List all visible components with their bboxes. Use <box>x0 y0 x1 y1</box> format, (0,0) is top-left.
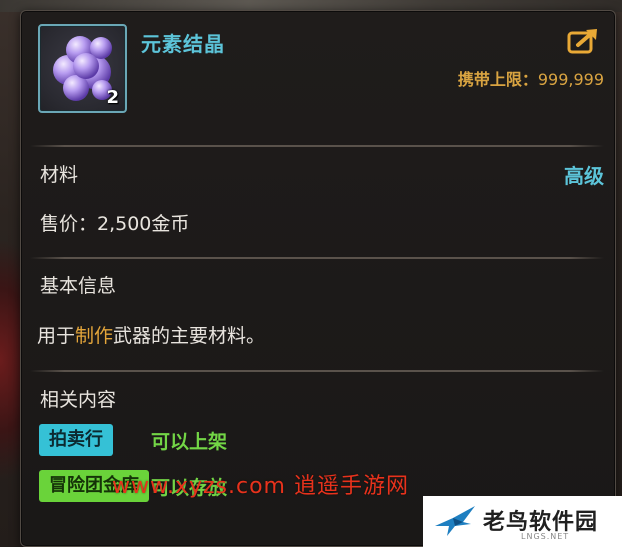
item-price: 售价：2,500金币 <box>40 213 190 235</box>
basic-info-heading: 基本信息 <box>40 275 117 297</box>
desc-highlight: 制作 <box>75 325 114 347</box>
item-name: 元素结晶 <box>141 32 225 56</box>
carry-limit: 携带上限：999,999 <box>458 66 604 90</box>
divider <box>30 257 604 259</box>
item-icon-slot[interactable]: 2 <box>38 24 127 113</box>
item-stack-count: 2 <box>106 87 119 108</box>
desc-text: 武器的主要材料。 <box>113 325 266 347</box>
watermark-text: www.xyzs.com 逍遥手游网 <box>112 474 409 499</box>
bird-logo-icon <box>435 506 475 536</box>
divider <box>30 370 604 372</box>
desc-text: 用于 <box>37 325 76 347</box>
carry-limit-value: 999,999 <box>537 70 604 89</box>
divider <box>30 145 604 147</box>
item-description: 用于制作武器的主要材料。 <box>37 321 265 348</box>
logo-subtext: LNGS.NET <box>521 532 570 541</box>
carry-limit-label: 携带上限： <box>457 70 538 89</box>
site-logo: 老鸟软件园 LNGS.NET <box>423 496 622 547</box>
item-grade: 高级 <box>564 164 604 188</box>
auction-note: 可以上架 <box>151 431 228 453</box>
share-icon[interactable] <box>566 26 602 56</box>
related-heading: 相关内容 <box>40 389 117 411</box>
item-category: 材料 <box>40 164 79 186</box>
auction-house-tag[interactable]: 拍卖行 <box>39 424 113 456</box>
